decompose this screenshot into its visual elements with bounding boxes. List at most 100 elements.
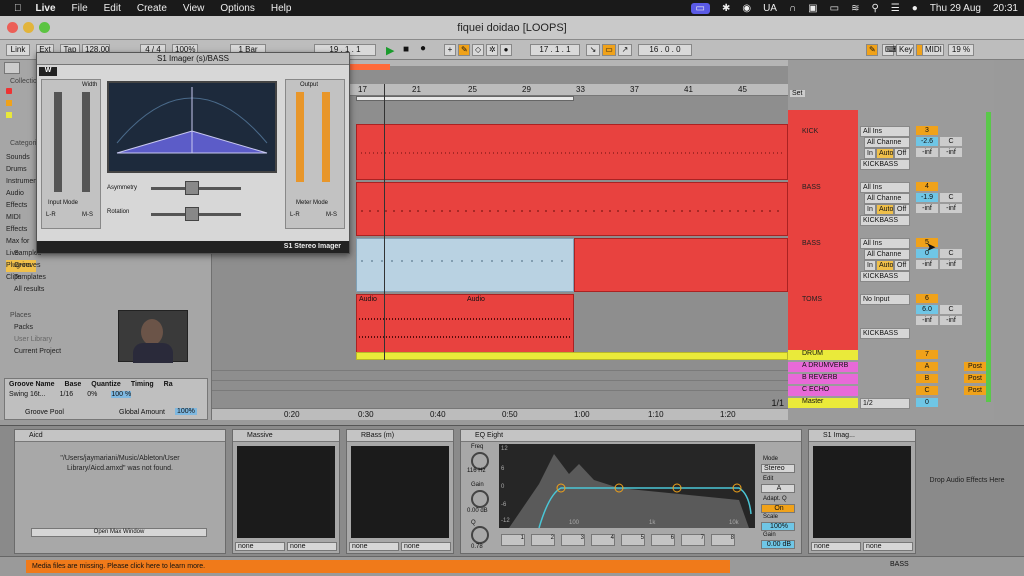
return-b-activator[interactable]: B [916, 374, 938, 383]
bluetooth-icon[interactable]: ✱ [722, 3, 730, 14]
kick-send-a[interactable]: -inf [916, 148, 938, 157]
imager-select-1[interactable]: none [811, 542, 861, 551]
bass-output[interactable]: KICKBASS [860, 215, 910, 226]
apple-icon[interactable]:  [14, 3, 22, 14]
groove-quantize[interactable]: 0% [87, 391, 97, 398]
meter-mode-lr[interactable]: L-R [290, 212, 300, 218]
control-center-icon[interactable]: ☰ [891, 3, 900, 14]
bass2-monitor-in[interactable]: In [864, 260, 876, 271]
bass-send-b[interactable]: -inf [940, 204, 962, 213]
bass2-clip-blue[interactable] [356, 238, 574, 292]
bass2-output[interactable]: KICKBASS [860, 271, 910, 282]
kick-input[interactable]: All Ins [860, 126, 910, 137]
bass-volume[interactable]: -1.9 [916, 193, 938, 202]
eq-band-8[interactable]: 8 [711, 534, 735, 546]
menu-file[interactable]: File [72, 3, 88, 14]
kick-clip-lane[interactable] [356, 124, 788, 180]
toms-send-b[interactable]: -inf [940, 316, 962, 325]
eq-band-4[interactable]: 4 [591, 534, 615, 546]
browser-toggle-button[interactable] [4, 62, 20, 74]
collection-yellow[interactable] [6, 112, 12, 118]
bass-monitor-auto[interactable]: Auto [876, 204, 894, 215]
return-c-post[interactable]: Post [964, 386, 986, 395]
meter-mode-ms[interactable]: M-S [326, 212, 337, 218]
menu-create[interactable]: Create [137, 3, 167, 14]
toms-track-activator[interactable]: 6 [916, 294, 938, 303]
kick-monitor-in[interactable]: In [864, 148, 876, 159]
rbass-select-2[interactable]: none [401, 542, 451, 551]
toms-send-a[interactable]: -inf [916, 316, 938, 325]
kick-monitor-off[interactable]: Off [894, 148, 910, 159]
key-map-button[interactable]: Key [896, 44, 914, 56]
kick-monitor-auto[interactable]: Auto [876, 148, 894, 159]
eq-gain-knob[interactable] [471, 490, 489, 508]
rbass-select-1[interactable]: none [349, 542, 399, 551]
massive-select-2[interactable]: none [287, 542, 337, 551]
collection-orange[interactable] [6, 100, 12, 106]
screen-share-icon[interactable]: ▭ [690, 2, 710, 14]
bass-pan[interactable]: C [940, 193, 962, 202]
eq-output-gain-value[interactable]: 0.00 dB [761, 540, 795, 549]
bass-monitor-in[interactable]: In [864, 204, 876, 215]
master-volume[interactable]: 0 [916, 398, 938, 407]
bass2-send-b[interactable]: -inf [940, 260, 962, 269]
menu-edit[interactable]: Edit [104, 3, 121, 14]
eq-scale-value[interactable]: 100% [761, 522, 795, 531]
return-a-name[interactable]: A DRUMVERB [788, 362, 858, 372]
stop-button[interactable]: ■ [403, 44, 409, 55]
bass2-monitor-off[interactable]: Off [894, 260, 910, 271]
toms-input[interactable]: No Input [860, 294, 910, 305]
massive-select-1[interactable]: none [235, 542, 285, 551]
eq-edit-select[interactable]: A [761, 484, 795, 493]
device-rbass-title[interactable]: RBass (m) [347, 430, 453, 442]
record-button[interactable]: ● [420, 43, 426, 54]
punch-in-button[interactable]: ↘ [586, 44, 600, 56]
bass-track-activator[interactable]: 4 [916, 182, 938, 191]
drop-effects-area[interactable]: Drop Audio Effects Here [924, 476, 1010, 486]
eq-adaptq-toggle[interactable]: On [761, 504, 795, 513]
track-drum-name[interactable]: DRUM [788, 350, 858, 360]
global-amount-value[interactable]: 100% [175, 408, 197, 415]
eq-band-2[interactable]: 2 [531, 534, 555, 546]
bass2-pan[interactable]: C [940, 249, 962, 258]
master-output[interactable]: 1/2 [860, 398, 910, 409]
search-icon[interactable]: ⚲ [871, 3, 878, 14]
input-mode-lr[interactable]: L-R [46, 212, 56, 218]
return-c-name[interactable]: C ECHO [788, 386, 858, 396]
reenable-automation-button[interactable]: ◇ [472, 44, 484, 56]
midi-map-button[interactable]: MIDI [922, 44, 944, 56]
eq-band-3[interactable]: 3 [561, 534, 585, 546]
bass2-input[interactable]: All Ins [860, 238, 910, 249]
place-packs[interactable]: Packs [14, 322, 61, 334]
device-aicd-title[interactable]: Aicd [15, 430, 225, 442]
toms-audio-clip[interactable]: Audio Audio [356, 294, 574, 354]
capture-midi-button[interactable]: ✲ [486, 44, 498, 56]
track-bass2-name[interactable]: BASS [788, 240, 858, 247]
bass-send-a[interactable]: -inf [916, 204, 938, 213]
device-eq-title[interactable]: EQ Eight [461, 430, 801, 442]
category-sounds[interactable]: Sounds [6, 152, 36, 164]
eye-icon[interactable]: ◉ [742, 3, 751, 14]
category-templates[interactable]: Templates [14, 272, 46, 284]
kick-send-b[interactable]: -inf [940, 148, 962, 157]
return-b-name[interactable]: B REVERB [788, 374, 858, 384]
category-drums[interactable]: Drums [6, 164, 36, 176]
eq-band-1[interactable]: 1 [501, 534, 525, 546]
set-button[interactable]: Set [790, 90, 805, 97]
loop-start-field[interactable]: 17 . 1 . 1 [530, 44, 580, 56]
keyboard-lang[interactable]: UA [763, 3, 777, 14]
menu-live[interactable]: Live [36, 3, 56, 14]
imager-select-2[interactable]: none [863, 542, 913, 551]
groove-timing[interactable]: 100 % [111, 391, 132, 398]
open-max-window-button[interactable]: Open Max Window [31, 528, 207, 537]
headphones-icon[interactable]: ∩ [789, 3, 796, 14]
category-instruments[interactable]: Instruments [6, 176, 36, 188]
punch-out-button[interactable]: ↗ [618, 44, 632, 56]
loop-switch[interactable]: ▭ [602, 44, 616, 56]
toms-pan[interactable]: C [940, 305, 962, 314]
wifi-icon[interactable]: ≋ [851, 3, 859, 14]
kick-output[interactable]: KICKBASS [860, 159, 910, 170]
play-button[interactable]: ▶ [386, 44, 394, 57]
toms-output[interactable]: KICKBASS [860, 328, 910, 339]
lock-icon[interactable]: ▣ [808, 3, 817, 14]
